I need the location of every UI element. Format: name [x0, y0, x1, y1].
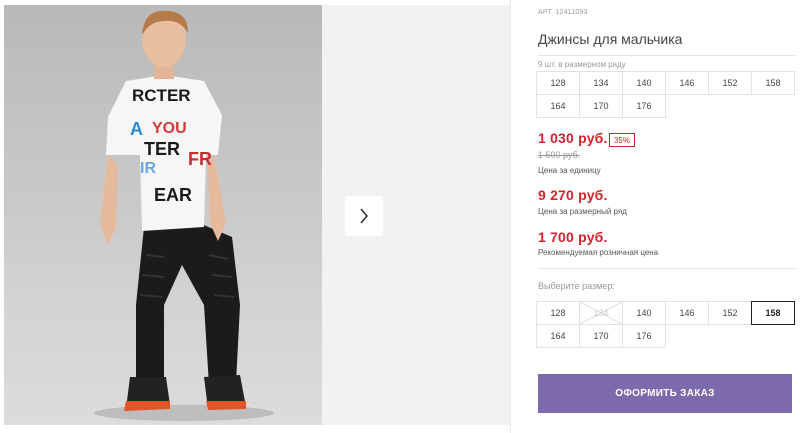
size-option-disabled: 134 — [579, 301, 623, 325]
size-option[interactable]: 128 — [536, 301, 580, 325]
old-price: 1 590 руб. — [538, 150, 581, 160]
pack-size-cell: 170 — [579, 94, 623, 118]
svg-text:A: A — [130, 119, 143, 139]
pack-size-cell: 164 — [536, 94, 580, 118]
size-picker-label: Выберите размер: — [538, 281, 615, 291]
size-option[interactable]: 152 — [708, 301, 752, 325]
pack-size-cell: 128 — [536, 71, 580, 95]
product-photo: RCTER YOU A TER FR IR EAR — [94, 10, 274, 421]
place-order-button[interactable]: ОФОРМИТЬ ЗАКАЗ — [538, 374, 792, 413]
svg-text:RCTER: RCTER — [132, 86, 191, 105]
size-option[interactable]: 176 — [622, 324, 666, 348]
unit-price: 1 030 руб. — [538, 130, 608, 146]
size-picker-grid: 128 134 140 146 152 158 164 170 176 — [536, 301, 795, 348]
retail-price: 1 700 руб. — [538, 229, 608, 245]
size-option[interactable]: 164 — [536, 324, 580, 348]
svg-text:FR: FR — [188, 149, 212, 169]
column-divider — [510, 0, 511, 433]
pack-size-cell: 140 — [622, 71, 666, 95]
discount-badge: 35% — [609, 133, 635, 147]
unit-price-label: Цена за единицу — [538, 166, 601, 175]
size-option[interactable]: 146 — [665, 301, 709, 325]
size-option[interactable]: 170 — [579, 324, 623, 348]
pack-size-grid: 128 134 140 146 152 158 164 170 176 — [536, 71, 795, 118]
size-option-label: 134 — [593, 308, 609, 318]
pack-price: 9 270 руб. — [538, 187, 608, 203]
svg-text:TER: TER — [144, 139, 180, 159]
pack-size-cell: 176 — [622, 94, 666, 118]
pack-size-cell: 152 — [708, 71, 752, 95]
pack-note: 9 шт. в размерном ряду — [538, 60, 626, 69]
divider — [538, 268, 796, 269]
svg-text:YOU: YOU — [152, 120, 187, 137]
divider — [538, 55, 796, 56]
pack-size-cell: 134 — [579, 71, 623, 95]
product-image[interactable]: RCTER YOU A TER FR IR EAR — [4, 5, 322, 425]
svg-text:EAR: EAR — [154, 185, 192, 205]
pack-price-label: Цена за размерный ряд — [538, 207, 627, 216]
svg-text:IR: IR — [140, 160, 156, 177]
pack-size-cell: 158 — [751, 71, 795, 95]
retail-price-label: Рекомендуемая розничная цена — [538, 248, 659, 257]
size-option[interactable]: 140 — [622, 301, 666, 325]
pack-size-cell: 146 — [665, 71, 709, 95]
chevron-right-icon — [360, 208, 369, 224]
product-sku: АРТ. 12411093 — [538, 9, 588, 16]
gallery-next-button[interactable] — [345, 196, 383, 236]
product-title: Джинсы для мальчика — [538, 31, 683, 47]
size-option-selected[interactable]: 158 — [751, 301, 795, 325]
